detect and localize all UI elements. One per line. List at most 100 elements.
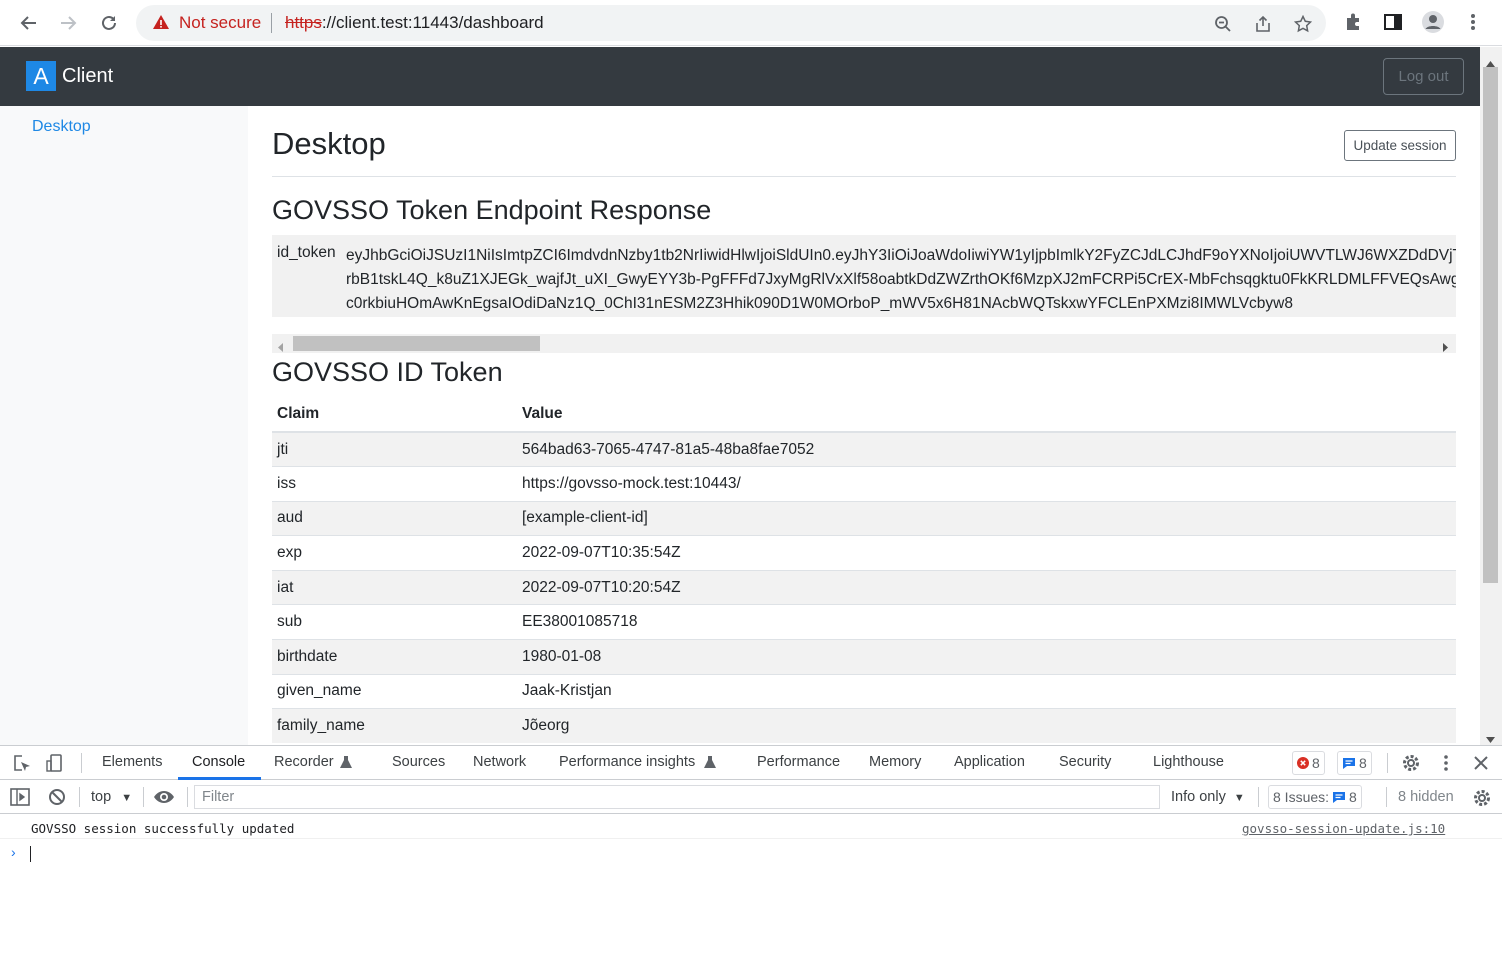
table-row: aud [example-client-id]: [272, 500, 1456, 536]
console-source-link[interactable]: govsso-session-update.js:10: [1242, 821, 1445, 836]
token-key: id_token: [277, 244, 336, 261]
tab-application[interactable]: Application: [954, 754, 1025, 770]
live-expression-eye-icon[interactable]: [153, 789, 175, 805]
tab-memory[interactable]: Memory: [869, 754, 921, 770]
share-icon[interactable]: [1252, 13, 1274, 35]
token-response-heading: GOVSSO Token Endpoint Response: [272, 195, 712, 225]
error-count: 8: [1312, 755, 1320, 771]
context-selector[interactable]: top ▼: [91, 789, 132, 805]
page-title: Desktop: [272, 126, 386, 161]
tab-security[interactable]: Security: [1059, 754, 1111, 770]
toolbar-divider: [187, 787, 188, 807]
reload-icon[interactable]: [94, 8, 124, 38]
forward-icon[interactable]: [53, 8, 83, 38]
tab-divider: [1387, 753, 1388, 773]
bookmark-star-icon[interactable]: [1292, 13, 1314, 35]
update-session-button[interactable]: Update session: [1344, 130, 1456, 161]
security-label[interactable]: Not secure: [179, 13, 261, 33]
value-column-header: Value: [517, 397, 1456, 433]
back-icon[interactable]: [14, 8, 44, 38]
experiment-flask-icon: [704, 756, 716, 769]
inspect-element-icon[interactable]: [12, 753, 32, 773]
claim-cell: iat: [272, 569, 517, 605]
claim-cell: sub: [272, 604, 517, 640]
page-scroll-thumb[interactable]: [1483, 67, 1498, 583]
clear-console-icon[interactable]: [48, 788, 66, 806]
toolbar-divider: [79, 787, 80, 807]
brand-logo[interactable]: A: [26, 61, 56, 91]
active-tab-indicator: [178, 777, 261, 780]
horizontal-scroll-thumb[interactable]: [293, 336, 540, 351]
table-row: birthdate 1980-01-08: [272, 639, 1456, 675]
claim-cell: given_name: [272, 673, 517, 709]
token-response-box: id_token eyJhbGciOiJSUzI1NiIsImtpZCI6Imd…: [272, 235, 1456, 317]
url-rest: ://client.test:11443/dashboard: [321, 13, 544, 32]
log-level-value: Info only: [1171, 789, 1226, 805]
logout-button[interactable]: Log out: [1383, 58, 1464, 95]
extensions-icon[interactable]: [1341, 10, 1365, 34]
issues-count: 8: [1349, 789, 1357, 805]
more-options-icon[interactable]: [1443, 754, 1449, 772]
toolbar-divider: [1258, 787, 1259, 807]
device-toolbar-icon[interactable]: [45, 753, 65, 773]
profile-avatar-icon[interactable]: [1421, 10, 1445, 34]
tab-network[interactable]: Network: [473, 754, 526, 770]
message-icon: [1343, 757, 1355, 769]
console-input-caret[interactable]: [30, 846, 31, 862]
scroll-right-icon[interactable]: [1442, 339, 1448, 357]
tab-divider: [81, 753, 82, 773]
issues-button[interactable]: 8 Issues: 8: [1268, 785, 1362, 809]
tab-sources[interactable]: Sources: [392, 754, 445, 770]
sidebar-item-desktop[interactable]: Desktop: [32, 118, 91, 136]
tab-lighthouse[interactable]: Lighthouse: [1153, 754, 1224, 770]
toolbar-divider: [1386, 787, 1387, 807]
chevron-down-icon: ▼: [1233, 792, 1245, 804]
tab-recorder[interactable]: Recorder: [274, 754, 334, 770]
console-message: GOVSSO session successfully updated: [31, 821, 295, 836]
sidebar-toggle-icon[interactable]: [10, 788, 30, 806]
value-cell: Jõeorg: [517, 708, 1456, 744]
issues-label: 8 Issues:: [1273, 789, 1330, 805]
tab-performance[interactable]: Performance: [757, 754, 840, 770]
table-row: family_name Jõeorg: [272, 708, 1456, 744]
table-row: iat 2022-09-07T10:20:54Z: [272, 569, 1456, 605]
message-count-badge[interactable]: 8: [1337, 751, 1372, 775]
table-row: exp 2022-09-07T10:35:54Z: [272, 535, 1456, 571]
side-panel-icon[interactable]: [1381, 10, 1405, 34]
claim-cell: exp: [272, 535, 517, 571]
console-prompt-icon: ›: [11, 844, 16, 860]
console-toolbar: top ▼ Filter Info only ▼ 8 Issues: 8 8 h…: [0, 781, 1502, 814]
log-level-selector[interactable]: Info only ▼: [1171, 789, 1245, 805]
claim-cell: jti: [272, 431, 517, 467]
value-cell: 564bad63-7065-4747-81a5-48ba8fae7052: [517, 431, 1456, 467]
url-text[interactable]: https://client.test:11443/dashboard: [285, 13, 544, 33]
zoom-icon[interactable]: [1212, 13, 1234, 35]
tab-console[interactable]: Console: [192, 754, 245, 770]
close-devtools-icon[interactable]: [1473, 755, 1489, 771]
token-line: eyJhbGciOiJSUzI1NiIsImtpZCI6ImdvdnNzby1t…: [346, 247, 1456, 264]
tab-elements[interactable]: Elements: [102, 754, 162, 770]
console-filter-input[interactable]: Filter: [194, 785, 1160, 809]
address-bar[interactable]: Not secure https://client.test:11443/das…: [136, 5, 1326, 41]
main-content: Desktop Update session GOVSSO Token Endp…: [248, 106, 1480, 745]
value-cell: [example-client-id]: [517, 500, 1456, 536]
claim-cell: family_name: [272, 708, 517, 744]
browser-menu-icon[interactable]: [1461, 10, 1485, 34]
token-value: eyJhbGciOiJSUzI1NiIsImtpZCI6ImdvdnNzby1t…: [346, 244, 1456, 316]
tab-performance-insights[interactable]: Performance insights: [559, 754, 695, 770]
brand-name[interactable]: Client: [62, 65, 113, 88]
horizontal-scrollbar[interactable]: [272, 334, 1456, 353]
table-row: jti 564bad63-7065-4747-81a5-48ba8fae7052: [272, 431, 1456, 467]
settings-gear-icon[interactable]: [1401, 753, 1421, 773]
value-cell: 2022-09-07T10:20:54Z: [517, 569, 1456, 605]
context-value: top: [91, 789, 112, 805]
error-count-badge[interactable]: 8: [1292, 751, 1325, 775]
chevron-down-icon: ▼: [121, 792, 133, 804]
page-scrollbar[interactable]: [1480, 47, 1502, 745]
scroll-left-icon[interactable]: [278, 339, 284, 357]
console-settings-gear-icon[interactable]: [1472, 788, 1492, 808]
id-token-heading: GOVSSO ID Token: [272, 357, 503, 387]
hidden-count: 8 hidden: [1398, 789, 1454, 805]
table-header-row: Claim Value: [272, 397, 1456, 433]
token-line: rbB1tskL4Q_k8uZ1XJEGk_wajfJt_uXI_GwyEYY3…: [346, 271, 1456, 288]
